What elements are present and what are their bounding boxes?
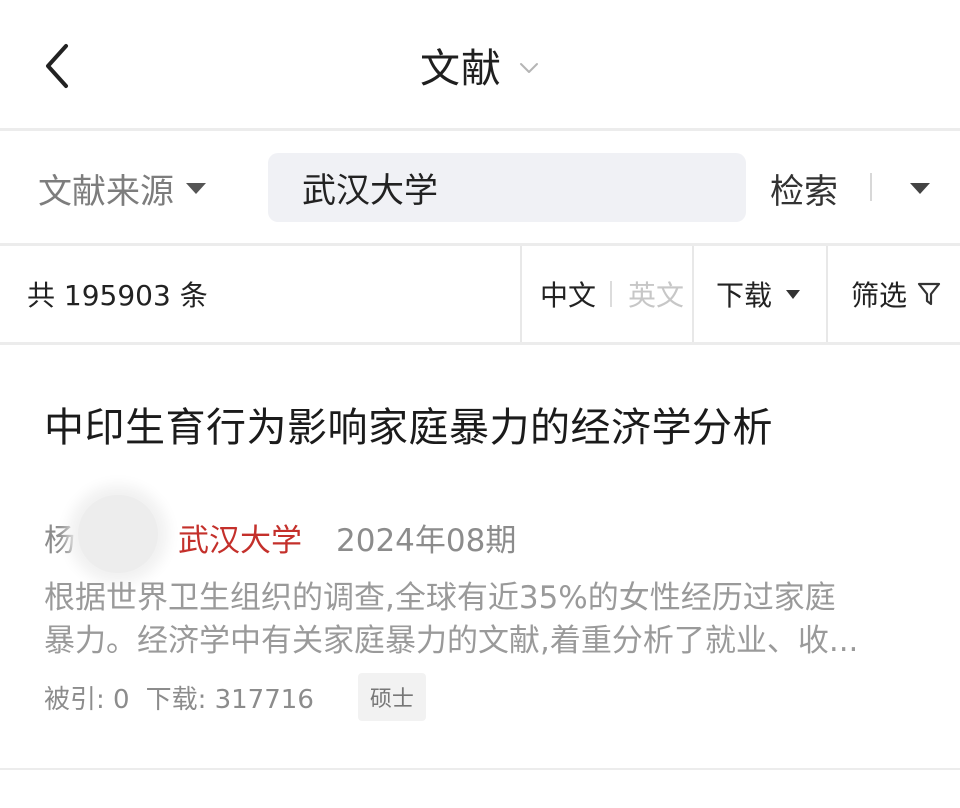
caret-down-icon (186, 182, 206, 194)
search-box[interactable] (268, 153, 746, 222)
funnel-icon (917, 282, 941, 306)
filter-button[interactable]: 筛选 (851, 246, 941, 342)
cited-count: 被引: 0 (44, 684, 130, 715)
result-abstract: 根据世界卫生组织的调查,全球有近35%的女性经历过家庭 暴力。经济学中有关家庭暴… (44, 580, 859, 659)
search-bar: 文献来源 检索 (0, 133, 960, 243)
result-issue: 2024年08期 (336, 522, 517, 559)
top-nav-bar: 文献 (0, 0, 960, 130)
download-sort-label: 下载 (716, 279, 773, 312)
caret-down-icon (786, 289, 801, 299)
literature-search-page: 文献 文献来源 检索 共 195903 条 中文 英文 (0, 0, 960, 808)
more-options-button[interactable] (900, 133, 940, 243)
result-meta: 杨 武汉大学 2024年08期 (44, 494, 517, 573)
result-institution[interactable]: 武汉大学 (178, 515, 302, 560)
title-area: 文献 (0, 0, 960, 130)
category-dropdown[interactable]: 文献 (420, 36, 540, 94)
language-separator (610, 281, 613, 307)
language-toggle: 中文 英文 (540, 246, 684, 342)
filter-label: 筛选 (851, 279, 908, 312)
redaction-blur (78, 494, 158, 573)
source-field-label: 文献来源 (38, 171, 174, 212)
filter-separator (692, 246, 694, 342)
result-author: 杨 (44, 494, 178, 573)
language-english-option[interactable]: 英文 (628, 274, 684, 314)
caret-down-icon (910, 182, 930, 194)
result-item[interactable]: 中印生育行为影响家庭暴力的经济学分析 杨 武汉大学 2024年08期 根据世界卫… (0, 345, 960, 767)
page-title: 文献 (420, 46, 502, 92)
filter-separator (520, 246, 522, 342)
result-title[interactable]: 中印生育行为影响家庭暴力的经济学分析 (44, 395, 773, 453)
chevron-down-icon (520, 63, 538, 73)
search-button[interactable]: 检索 (770, 133, 838, 243)
download-count: 下载: 317716 (145, 684, 314, 715)
result-stats: 被引: 0 下载: 317716 硕士 (44, 673, 426, 721)
result-divider (0, 768, 960, 770)
search-separator (870, 173, 872, 201)
degree-badge: 硕士 (357, 673, 426, 721)
source-field-selector[interactable]: 文献来源 (38, 133, 206, 243)
search-input[interactable] (302, 167, 722, 208)
header-divider (0, 128, 960, 131)
download-sort-button[interactable]: 下载 (716, 246, 801, 342)
result-count: 共 195903 条 (27, 279, 208, 312)
filter-separator (826, 246, 828, 342)
filter-bar: 共 195903 条 中文 英文 下载 筛选 (0, 246, 960, 342)
language-chinese-option[interactable]: 中文 (540, 274, 596, 314)
